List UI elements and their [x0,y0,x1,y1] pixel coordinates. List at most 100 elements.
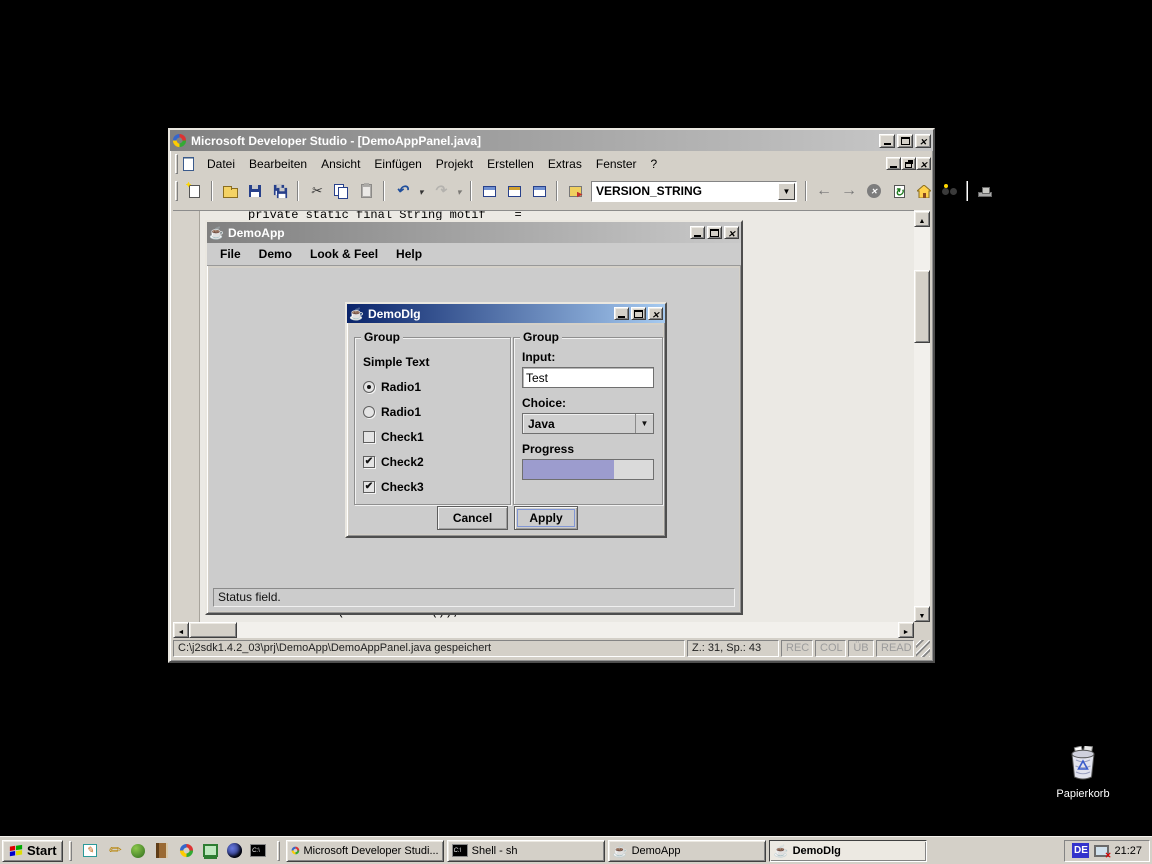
menu-demo[interactable]: Demo [250,244,301,264]
window-split-button[interactable] [527,180,551,203]
menu-file[interactable]: File [211,244,250,264]
refresh-button[interactable] [887,180,911,203]
checkbox-checked[interactable] [363,481,375,493]
bug-tool-icon[interactable] [128,840,149,861]
forward-button[interactable] [837,180,861,203]
new-file-button[interactable] [182,180,206,203]
component-gallery-button[interactable] [973,180,997,203]
check-option-2[interactable]: Check2 [363,454,510,470]
menu-datei[interactable]: Datei [200,154,242,174]
menu-extras[interactable]: Extras [541,154,589,174]
close-button[interactable] [648,307,663,320]
maximize-button[interactable] [897,134,913,148]
recycle-bin[interactable]: Papierkorb [1046,746,1120,800]
checkbox-checked[interactable] [363,456,375,468]
undo-button[interactable] [390,180,414,203]
radio-option-2[interactable]: Radio1 [363,404,510,420]
close-button[interactable] [915,134,931,148]
task-demodlg[interactable]: DemoDlg [769,840,927,862]
open-file-button[interactable] [218,180,242,203]
menu-help[interactable]: Help [387,244,431,264]
checkbox-unchecked[interactable] [363,431,375,443]
cut-button[interactable] [304,180,328,203]
maximize-button[interactable] [707,226,722,239]
browser-icon[interactable] [224,840,245,861]
apply-button-label: Apply [529,511,562,525]
address-book-icon[interactable] [152,840,173,861]
vertical-scrollbar[interactable] [914,210,930,622]
save-all-button[interactable] [268,180,292,203]
menu-einfuegen[interactable]: Einfügen [367,154,428,174]
maximize-button[interactable] [631,307,646,320]
task-msdev[interactable]: Microsoft Developer Studi... [286,840,444,862]
chevron-down-icon[interactable] [778,183,795,200]
toolbar-grip[interactable] [175,154,178,174]
input-field[interactable] [522,367,654,388]
save-button[interactable] [243,180,267,203]
undo-dropdown-icon[interactable] [415,180,427,203]
terminal-icon[interactable] [200,840,221,861]
demodlg-titlebar[interactable]: DemoDlg [347,304,665,323]
search-in-files-button[interactable] [563,180,587,203]
menu-bearbeiten[interactable]: Bearbeiten [242,154,314,174]
menu-look-and-feel[interactable]: Look & Feel [301,244,387,264]
radio-option-1[interactable]: Radio1 [363,379,510,395]
minimize-button[interactable] [614,307,629,320]
home-button[interactable] [912,180,936,203]
scroll-down-button[interactable] [914,606,930,622]
paste-button[interactable] [354,180,378,203]
task-shell[interactable]: Shell - sh [447,840,605,862]
menu-projekt[interactable]: Projekt [429,154,480,174]
redo-button[interactable] [428,180,452,203]
stop-button[interactable] [862,180,886,203]
show-desktop-icon[interactable] [80,840,101,861]
resize-grip[interactable] [916,640,930,657]
horizontal-scrollbar[interactable] [173,622,914,638]
radio-button[interactable] [363,406,375,418]
progress-label: Progress [522,442,654,456]
back-button[interactable] [812,180,836,203]
check-option-1[interactable]: Check1 [363,429,510,445]
notes-tool-icon[interactable] [104,840,125,861]
minimize-button[interactable] [690,226,705,239]
msdev-titlebar[interactable]: Microsoft Developer Studio - [DemoAppPan… [170,130,933,151]
workspace-window-button[interactable] [477,180,501,203]
msdev-logo-icon [172,133,187,148]
apply-button[interactable]: Apply [514,506,578,530]
copy-button[interactable] [329,180,353,203]
redo-dropdown-icon[interactable] [453,180,465,203]
output-window-button[interactable] [502,180,526,203]
demoapp-titlebar[interactable]: DemoApp [207,222,741,243]
taskbar-grip[interactable] [69,841,72,861]
close-button[interactable] [724,226,739,239]
vertical-scrollbar-thumb[interactable] [914,270,930,343]
mdi-restore-button[interactable] [901,157,916,170]
symbol-combo[interactable]: VERSION_STRING [591,181,797,202]
dev-studio-icon[interactable] [176,840,197,861]
toolbar-grip[interactable] [175,181,178,201]
task-demoapp[interactable]: DemoApp [608,840,766,862]
taskbar: Start Microsoft Developer Studi... Shell… [0,836,1152,864]
minimize-button[interactable] [879,134,895,148]
search-button[interactable] [937,180,961,203]
keyboard-language-indicator[interactable]: DE [1072,843,1089,858]
menu-fenster[interactable]: Fenster [589,154,644,174]
scroll-up-button[interactable] [914,211,930,227]
chevron-down-icon[interactable] [635,414,653,433]
start-button[interactable]: Start [2,840,63,862]
radio-button-selected[interactable] [363,381,375,393]
taskbar-grip[interactable] [277,841,280,861]
horizontal-scrollbar-thumb[interactable] [189,622,237,638]
scroll-left-button[interactable] [173,622,189,638]
menu-erstellen[interactable]: Erstellen [480,154,541,174]
choice-combobox[interactable]: Java [522,413,654,434]
check-option-3[interactable]: Check3 [363,479,510,495]
mdi-close-button[interactable] [916,157,931,170]
menu-ansicht[interactable]: Ansicht [314,154,367,174]
mdi-minimize-button[interactable] [886,157,901,170]
menu-hilfe[interactable]: ? [644,154,665,174]
cancel-button[interactable]: Cancel [437,506,508,530]
console-icon[interactable] [248,840,269,861]
network-status-icon[interactable] [1094,845,1109,857]
scroll-right-button[interactable] [898,622,914,638]
